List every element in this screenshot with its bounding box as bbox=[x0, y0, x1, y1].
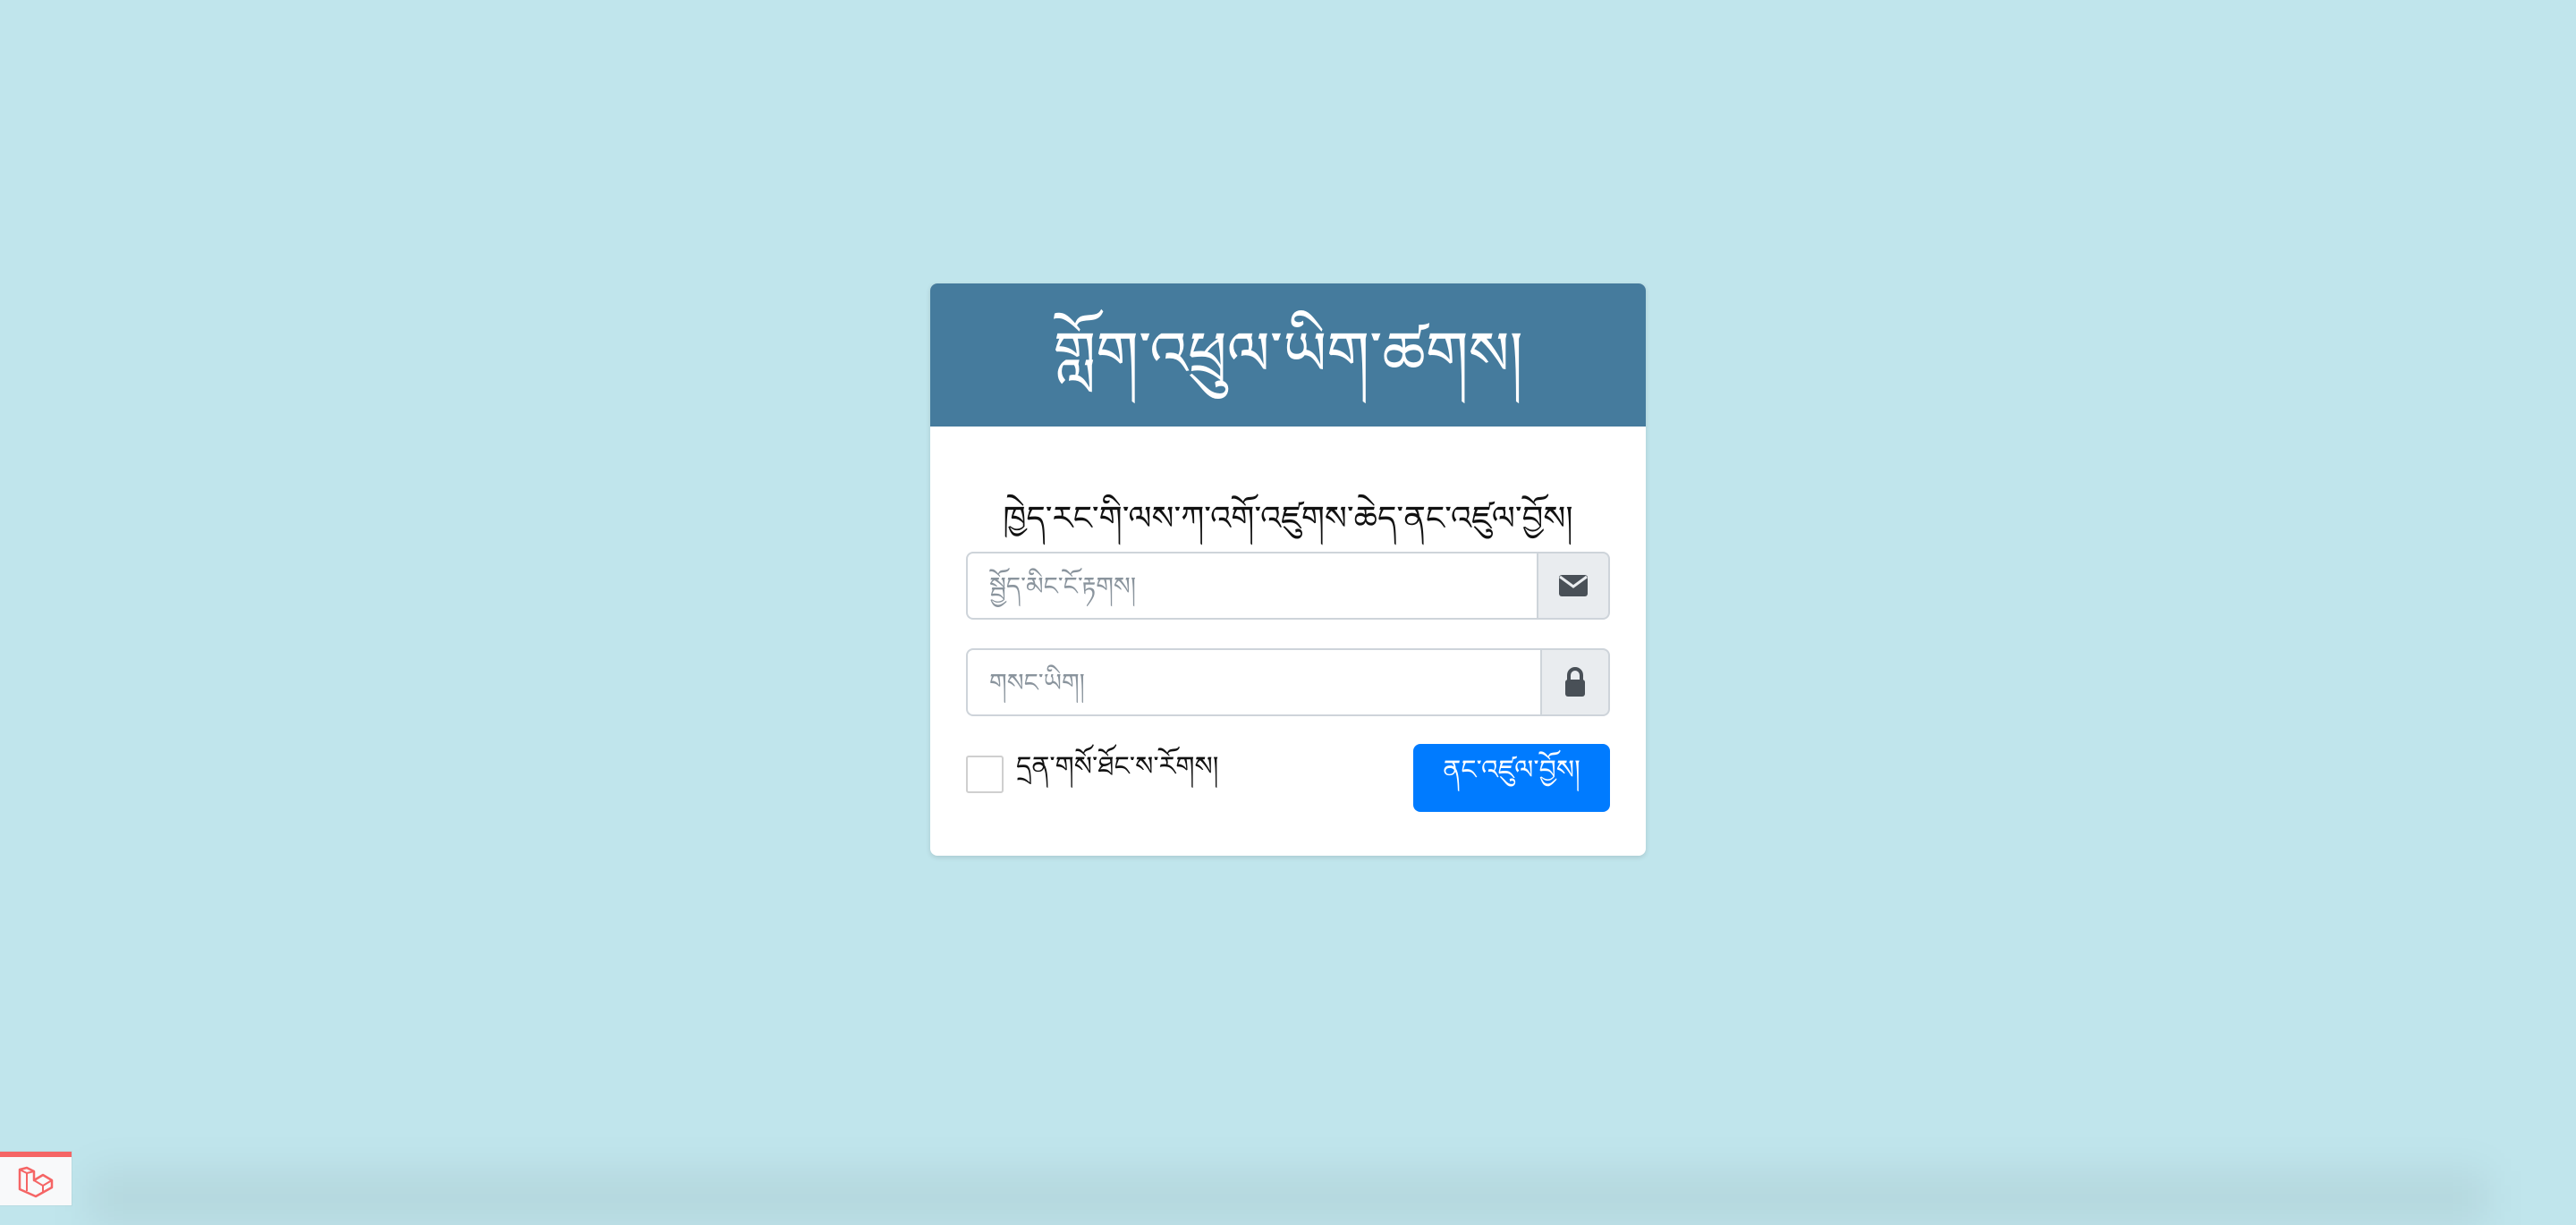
password-input[interactable] bbox=[966, 648, 1540, 716]
remember-label: དྲན་གསོ་ཐོང་ས་རོགས། bbox=[1016, 751, 1219, 782]
remember-me: དྲན་གསོ་ཐོང་ས་རོགས། bbox=[966, 751, 1218, 794]
email-input-group bbox=[966, 552, 1610, 620]
login-button[interactable]: ནང་འཛུལ་བྱོས། bbox=[1413, 744, 1610, 812]
password-addon bbox=[1540, 648, 1610, 716]
bottom-shadow bbox=[89, 1171, 2487, 1225]
lock-icon bbox=[1565, 667, 1585, 697]
login-header: གློག་འཕྲུལ་ཡིག་ཚགས། bbox=[930, 283, 1646, 427]
remember-checkbox[interactable] bbox=[966, 756, 1004, 793]
laravel-logo-icon bbox=[18, 1166, 54, 1198]
corner-logo bbox=[0, 1152, 72, 1205]
email-addon bbox=[1537, 552, 1610, 620]
email-input[interactable] bbox=[966, 552, 1537, 620]
envelope-icon bbox=[1559, 575, 1588, 596]
password-input-group bbox=[966, 648, 1610, 716]
login-title: གློག་འཕྲུལ་ཡིག་ཚགས། bbox=[1053, 319, 1523, 390]
login-card: གློག་འཕྲུལ་ཡིག་ཚགས། ཁྱེད་རང་གི་ལས་ཀ་འགོ་… bbox=[930, 283, 1646, 856]
